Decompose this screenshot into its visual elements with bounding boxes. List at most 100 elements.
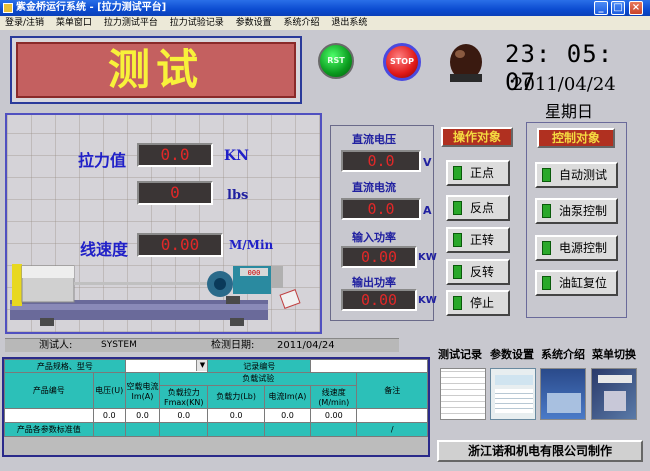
- status-led-icon: [453, 296, 462, 310]
- clock-date: 2011/04/24: [512, 74, 616, 95]
- operation-title: 操作对象: [441, 127, 513, 147]
- nav-settings-label[interactable]: 参数设置: [490, 346, 534, 362]
- output-power-label: 输出功率: [352, 276, 396, 289]
- rst-button[interactable]: RST: [318, 43, 354, 79]
- test-date-value: 2011/04/24: [277, 340, 335, 351]
- menu-exit[interactable]: 退出系统: [331, 18, 367, 28]
- window-titlebar: 紫金桥运行系统 - [拉力测试平台] _ □ ×: [0, 0, 650, 16]
- dc-current-display: 0.0: [341, 198, 421, 220]
- tensile-machine-illustration: 000: [10, 264, 301, 326]
- lbs-unit: lbs: [227, 188, 249, 203]
- status-led-icon: [542, 204, 551, 218]
- status-led-icon: [453, 233, 462, 247]
- speed-unit: M/Min: [229, 238, 274, 252]
- oil-pump-button[interactable]: 油泵控制: [535, 198, 618, 224]
- load-test-header: 负载试验: [159, 372, 358, 386]
- test-record-table: 产品规格、型号 ▼ 记录编号 产品编号 电压(U) 空载电流Im(A) 负载试验…: [2, 357, 430, 457]
- remark-header: 备注: [356, 372, 428, 409]
- clock-weekday: 星期日: [545, 102, 594, 121]
- load-tension-header: 负载拉力Fmax(KN): [159, 384, 209, 410]
- remark-cell[interactable]: [356, 408, 428, 423]
- menu-bar: 登录/注销 菜单窗口 拉力测试平台 拉力试验记录 参数设置 系统介绍 退出系统: [0, 16, 650, 30]
- power-control-button[interactable]: 电源控制: [535, 235, 618, 261]
- input-power-unit: KW: [418, 252, 437, 263]
- speed-display: 0.00: [137, 233, 223, 257]
- status-led-icon: [542, 276, 551, 290]
- output-power-display: 0.00: [341, 289, 417, 311]
- load-force-header: 负载力(Lb): [207, 384, 265, 410]
- test-date-label: 检测日期:: [211, 340, 255, 351]
- product-no-header: 产品编号: [4, 372, 94, 409]
- status-led-icon: [542, 241, 551, 255]
- status-led-icon: [453, 265, 462, 279]
- record-no-label: 记录编号: [207, 359, 312, 373]
- table-cell: 0.0: [263, 408, 312, 423]
- status-led-icon: [453, 166, 462, 180]
- record-no-input[interactable]: [310, 359, 428, 373]
- stop-run-button[interactable]: 停止: [446, 290, 510, 316]
- company-footer: 浙江诺和机电有限公司制作: [437, 440, 643, 462]
- table-cell: 0.0: [159, 408, 209, 423]
- menu-about[interactable]: 系统介绍: [283, 18, 319, 28]
- current-header: 电流Im(A): [263, 384, 312, 410]
- status-led-icon: [453, 201, 462, 215]
- settings-thumbnail[interactable]: [490, 368, 536, 420]
- machine-display: 000: [248, 269, 261, 277]
- output-power-unit: KW: [418, 295, 437, 306]
- dc-voltage-display: 0.0: [341, 150, 421, 172]
- about-thumbnail[interactable]: [540, 368, 586, 420]
- window-title: 紫金桥运行系统 - [拉力测试平台]: [16, 2, 167, 13]
- tension-display: 0.0: [137, 143, 213, 167]
- test-info-bar: 测试人: SYSTEM 检测日期: 2011/04/24: [5, 338, 399, 352]
- table-cell: 0.0: [124, 408, 161, 423]
- stop-button[interactable]: STOP: [383, 43, 421, 81]
- menu-test-platform[interactable]: 拉力测试平台: [104, 18, 158, 28]
- tester-label: 测试人:: [39, 340, 73, 351]
- nav-menu-switch-label[interactable]: 菜单切换: [592, 346, 636, 362]
- nav-about-label[interactable]: 系统介绍: [541, 346, 585, 362]
- forward-run-button[interactable]: 正转: [446, 227, 510, 253]
- tester-value: SYSTEM: [101, 340, 137, 350]
- title-panel: 测试: [10, 36, 302, 104]
- menu-test-records[interactable]: 拉力试验记录: [170, 18, 224, 28]
- standard-remark: /: [356, 422, 428, 437]
- voltage-header: 电压(U): [92, 372, 126, 409]
- test-records-thumbnail[interactable]: [440, 368, 486, 420]
- minimize-button[interactable]: _: [594, 1, 608, 15]
- dc-voltage-unit: V: [423, 156, 432, 169]
- menu-window[interactable]: 菜单窗口: [56, 18, 92, 28]
- table-cell: 0.00: [310, 408, 358, 423]
- control-title: 控制对象: [537, 128, 615, 148]
- app-icon: [3, 3, 13, 13]
- close-button[interactable]: ×: [629, 1, 643, 15]
- dc-current-unit: A: [423, 204, 432, 217]
- auto-test-button[interactable]: 自动测试: [535, 162, 618, 188]
- input-power-display: 0.00: [341, 246, 417, 268]
- menu-settings[interactable]: 参数设置: [236, 18, 272, 28]
- maximize-button[interactable]: □: [611, 1, 625, 15]
- standard-label: 产品各参数标准值: [4, 422, 94, 437]
- spec-select[interactable]: ▼: [124, 359, 209, 373]
- spec-label: 产品规格、型号: [4, 359, 126, 373]
- reverse-run-button[interactable]: 反转: [446, 259, 510, 285]
- jog-reverse-button[interactable]: 反点: [446, 195, 510, 221]
- tension-unit: KN: [224, 148, 249, 164]
- line-speed-header: 线速度(M/min): [310, 384, 358, 410]
- cylinder-reset-button[interactable]: 油缸复位: [535, 270, 618, 296]
- input-power-label: 输入功率: [352, 231, 396, 244]
- alarm-lamp-icon: [450, 44, 482, 82]
- chevron-down-icon[interactable]: ▼: [196, 360, 208, 371]
- lbs-display: 0: [137, 181, 213, 205]
- no-load-current-header: 空载电流Im(A): [124, 372, 161, 409]
- nav-test-records-label[interactable]: 测试记录: [438, 346, 482, 362]
- dc-voltage-label: 直流电压: [352, 133, 396, 146]
- page-title: 测试: [16, 42, 296, 98]
- dc-current-label: 直流电流: [352, 181, 396, 194]
- product-no-cell[interactable]: [4, 408, 94, 423]
- table-cell: 0.0: [92, 408, 126, 423]
- menu-switch-thumbnail[interactable]: [591, 368, 637, 420]
- jog-forward-button[interactable]: 正点: [446, 160, 510, 186]
- status-led-icon: [542, 168, 551, 182]
- menu-login[interactable]: 登录/注销: [5, 18, 44, 28]
- tension-label: 拉力值: [78, 151, 127, 170]
